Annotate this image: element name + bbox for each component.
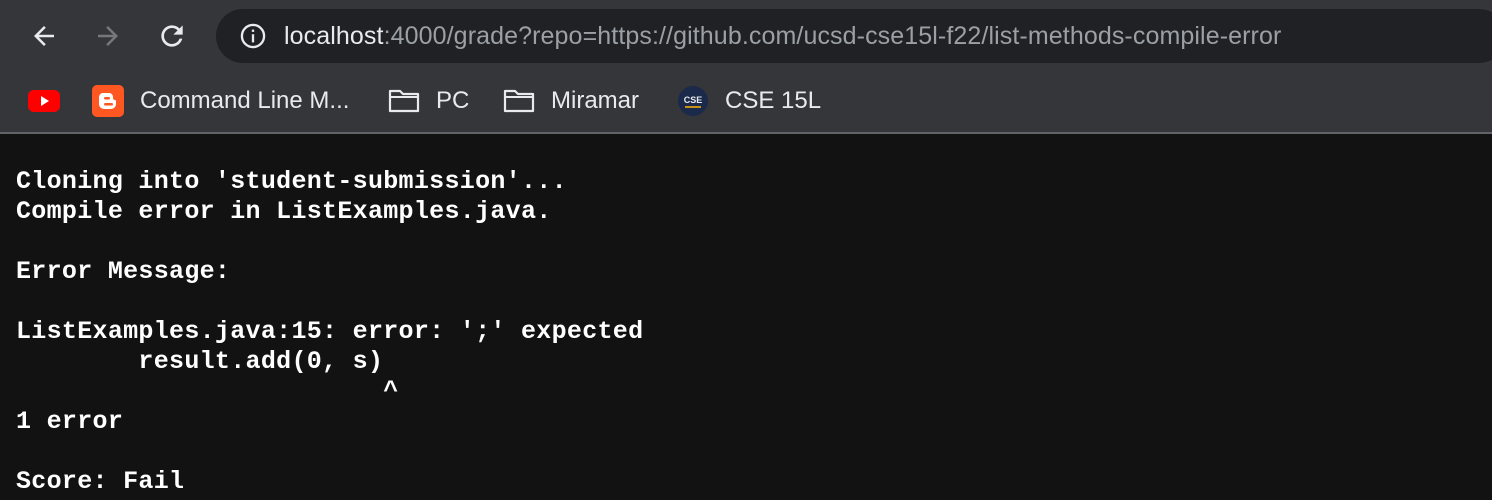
svg-text:CSE: CSE — [684, 95, 703, 105]
cse-ucsd-icon: CSE — [677, 85, 709, 117]
back-button[interactable] — [20, 12, 68, 60]
youtube-icon — [28, 85, 60, 117]
bookmark-cse-15l[interactable]: CSE CSE 15L — [677, 72, 821, 130]
grader-output: Cloning into 'student-submission'... Com… — [16, 167, 644, 496]
reload-icon — [161, 25, 183, 47]
bookmark-folder-miramar[interactable]: Miramar — [503, 72, 639, 130]
forward-button[interactable] — [84, 12, 132, 60]
url-path: :4000/grade?repo=https://github.com/ucsd… — [383, 21, 1282, 50]
folder-icon — [388, 85, 420, 117]
page-content: Cloning into 'student-submission'... Com… — [0, 134, 1492, 500]
browser-toolbar: localhost:4000/grade?repo=https://github… — [0, 0, 1492, 72]
url-text[interactable]: localhost:4000/grade?repo=https://github… — [284, 22, 1281, 51]
arrow-right-icon — [98, 26, 118, 46]
bookmark-label: PC — [436, 87, 470, 114]
bookmark-label: Miramar — [551, 87, 639, 114]
bookmark-folder-pc[interactable]: PC — [388, 72, 469, 130]
bookmarks-bar: Command Line M... PC Miramar CSE CSE 15L — [0, 72, 1492, 134]
blogger-icon — [92, 85, 124, 117]
address-bar[interactable]: localhost:4000/grade?repo=https://github… — [216, 9, 1492, 63]
arrow-left-icon — [34, 26, 54, 46]
folder-icon — [503, 85, 535, 117]
info-icon[interactable] — [238, 21, 268, 51]
bookmark-label: Command Line M... — [140, 87, 350, 114]
url-host: localhost — [284, 21, 384, 50]
bookmark-label: CSE 15L — [725, 87, 822, 114]
reload-button[interactable] — [148, 12, 196, 60]
bookmark-command-line[interactable]: Command Line M... — [92, 72, 349, 130]
bookmark-youtube[interactable] — [28, 72, 60, 130]
browser-window: localhost:4000/grade?repo=https://github… — [0, 0, 1492, 500]
